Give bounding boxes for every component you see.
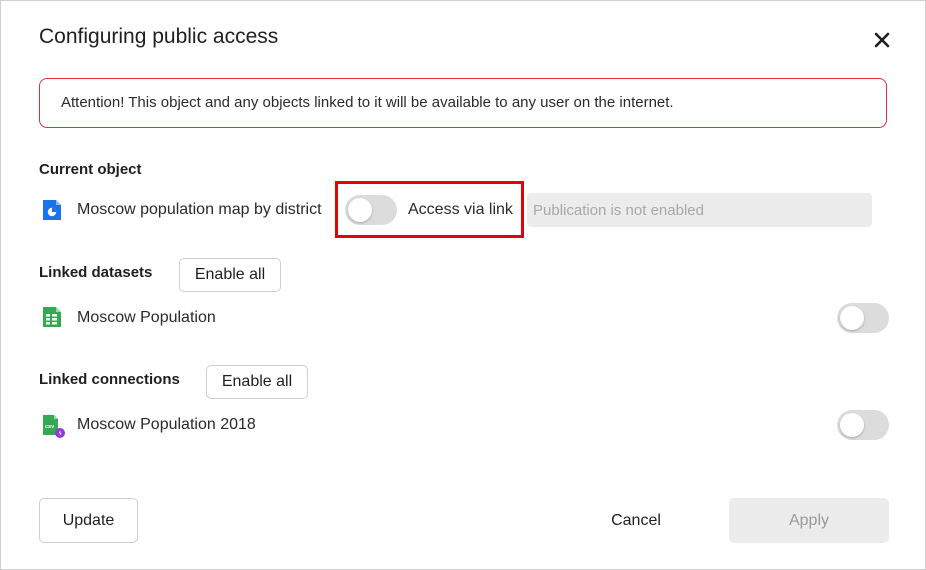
dataset-toggle[interactable]	[837, 303, 889, 333]
datasets-enable-all-button[interactable]: Enable all	[179, 258, 281, 292]
public-link-field[interactable]	[527, 193, 872, 227]
linked-connections-title: Linked connections	[39, 371, 180, 388]
public-access-dialog: Configuring public access Attention! Thi…	[0, 0, 926, 570]
dataset-name: Moscow Population	[77, 309, 216, 326]
alert-text: Attention! This object and any objects l…	[61, 94, 674, 111]
connection-toggle[interactable]	[837, 410, 889, 440]
toggle-knob	[840, 413, 864, 437]
dialog-title: Configuring public access	[39, 25, 279, 48]
cancel-button[interactable]: Cancel	[591, 498, 681, 543]
linked-datasets-title: Linked datasets	[39, 264, 153, 281]
toggle-knob	[840, 306, 864, 330]
dataset-table-icon	[41, 306, 63, 328]
chart-pie-icon	[41, 199, 63, 221]
current-object-title: Current object	[39, 161, 142, 178]
connection-name: Moscow Population 2018	[77, 416, 256, 433]
current-object-name: Moscow population map by district	[77, 201, 322, 218]
close-icon[interactable]	[869, 27, 895, 53]
warning-alert: Attention! This object and any objects l…	[39, 78, 887, 128]
apply-button[interactable]: Apply	[729, 498, 889, 543]
svg-text:csv: csv	[45, 424, 55, 430]
csv-file-icon: csv	[41, 414, 67, 440]
update-button[interactable]: Update	[39, 498, 138, 543]
connections-enable-all-button[interactable]: Enable all	[206, 365, 308, 399]
highlight-frame	[335, 181, 524, 238]
